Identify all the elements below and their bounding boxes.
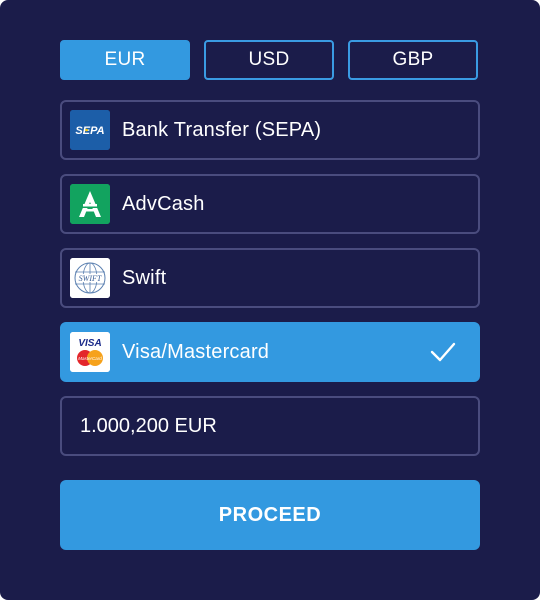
currency-selector: EUR USD GBP bbox=[60, 40, 480, 80]
svg-text:MasterCard: MasterCard bbox=[78, 356, 102, 361]
swift-logo-icon: SWIFT bbox=[70, 258, 110, 298]
visa-mastercard-logo-icon: VISA MasterCard bbox=[70, 332, 110, 372]
payment-panel: EUR USD GBP SEPA Bank Transfer (SEPA) Ad… bbox=[0, 0, 540, 600]
payment-method-label: Bank Transfer (SEPA) bbox=[122, 118, 322, 141]
payment-method-visa-mastercard[interactable]: VISA MasterCard Visa/Mastercard bbox=[60, 322, 480, 382]
payment-method-sepa[interactable]: SEPA Bank Transfer (SEPA) bbox=[60, 100, 480, 160]
payment-method-label: Swift bbox=[122, 266, 167, 289]
currency-tab-usd[interactable]: USD bbox=[204, 40, 334, 80]
payment-method-swift[interactable]: SWIFT Swift bbox=[60, 248, 480, 308]
currency-tab-eur[interactable]: EUR bbox=[60, 40, 190, 80]
payment-method-label: AdvCash bbox=[122, 192, 205, 215]
payment-method-label: Visa/Mastercard bbox=[122, 340, 270, 363]
proceed-button[interactable]: PROCEED bbox=[60, 480, 480, 550]
payment-method-advcash[interactable]: AdvCash bbox=[60, 174, 480, 234]
checkmark-icon bbox=[430, 342, 456, 362]
svg-text:SEPA: SEPA bbox=[75, 125, 104, 137]
sepa-logo-icon: SEPA bbox=[70, 110, 110, 150]
svg-text:SWIFT: SWIFT bbox=[79, 274, 102, 283]
amount-field-wrapper bbox=[60, 396, 480, 456]
amount-input[interactable] bbox=[80, 414, 460, 438]
currency-tab-gbp[interactable]: GBP bbox=[348, 40, 478, 80]
svg-text:VISA: VISA bbox=[78, 338, 101, 349]
advcash-logo-icon bbox=[70, 184, 110, 224]
